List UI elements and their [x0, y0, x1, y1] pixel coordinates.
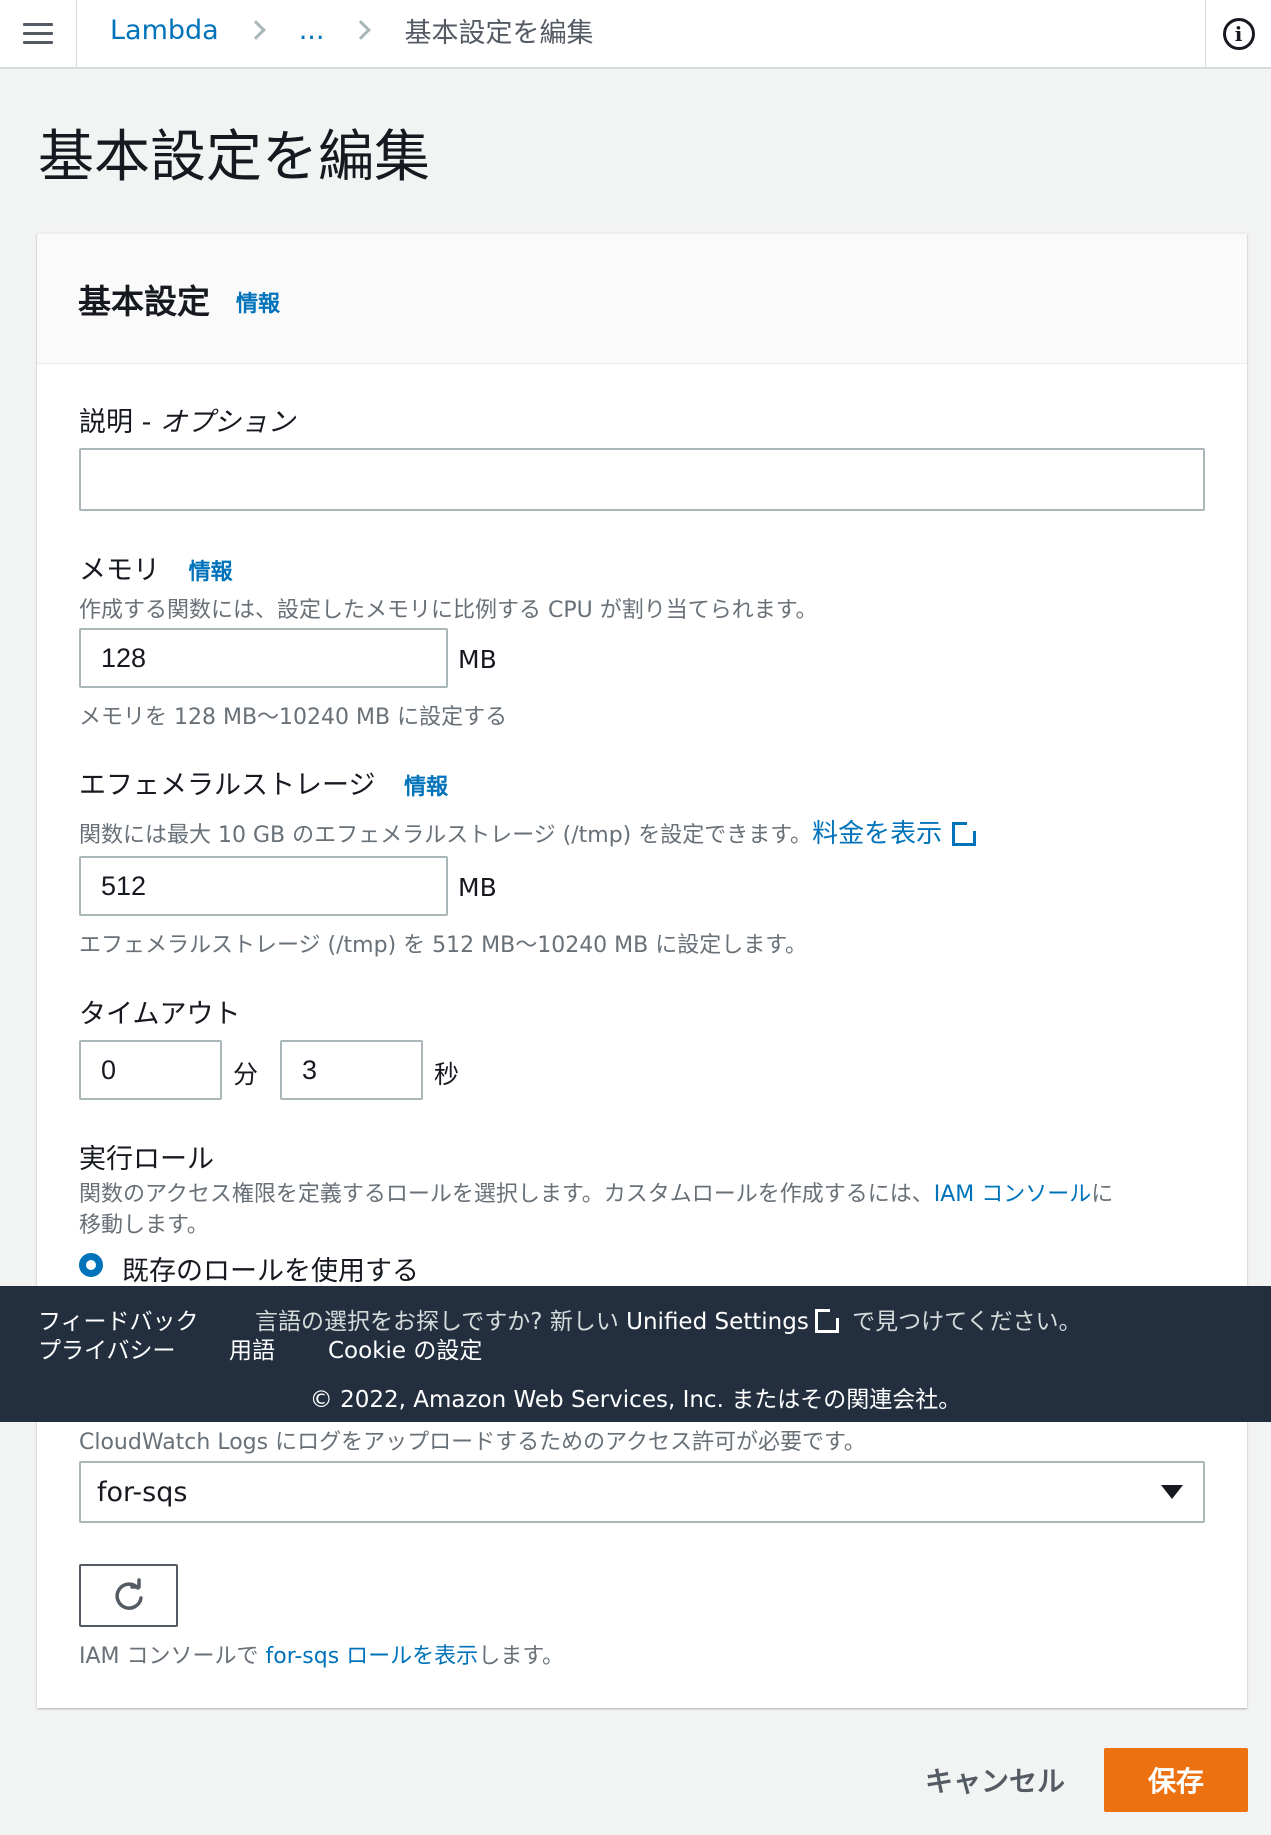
panel-title: 基本設定 [78, 281, 210, 321]
use-existing-role-label: 既存のロールを使用する [122, 1256, 419, 1287]
execution-role-description-suffix: に [1091, 1182, 1114, 1207]
ephemeral-storage-unit: MB [458, 873, 497, 902]
info-icon: i [1222, 17, 1255, 50]
ephemeral-storage-label: エフェメラルストレージ 情報 [79, 763, 448, 802]
breadcrumb-ellipsis-link[interactable]: ... [299, 15, 325, 46]
caret-down-icon [1161, 1485, 1183, 1499]
memory-unit: MB [458, 645, 497, 674]
existing-role-select[interactable]: for-sqs [79, 1461, 1205, 1523]
description-input[interactable] [79, 448, 1205, 511]
description-label-optional: オプション [159, 407, 295, 438]
breadcrumb-current: 基本設定を編集 [404, 17, 594, 49]
pricing-link[interactable]: 料金を表示 [812, 819, 982, 849]
execution-role-description-line2: 移動します。 [79, 1213, 209, 1238]
cookie-settings-link[interactable]: Cookie の設定 [328, 1331, 482, 1365]
description-label: 説明 - オプション [79, 400, 295, 439]
top-navigation-bar: Lambda ... 基本設定を編集 i [0, 0, 1271, 69]
memory-constraint: メモリを 128 MB〜10240 MB に設定する [79, 705, 508, 730]
console-footer: フィードバック プライバシー 用語 Cookie の設定 言語の選択をお探しです… [0, 1286, 1271, 1422]
notice-suffix: で見つけてください。 [844, 1309, 1082, 1335]
breadcrumb-lambda-link[interactable]: Lambda [110, 15, 219, 46]
ephemeral-info-link[interactable]: 情報 [404, 775, 448, 800]
memory-label-text: メモリ [79, 555, 160, 586]
pricing-link-text: 料金を表示 [812, 819, 943, 849]
view-role-suffix: します。 [478, 1644, 564, 1669]
ephemeral-description: 関数には最大 10 GB のエフェメラルストレージ (/tmp) を設定できます… [79, 813, 982, 850]
iam-console-link[interactable]: IAM コンソール [934, 1182, 1092, 1207]
execution-role-description: 関数のアクセス権限を定義するロールを選択します。カスタムロールを作成するには、I… [79, 1179, 1209, 1241]
notice-prefix: 言語の選択をお探しですか? 新しい [255, 1309, 627, 1335]
view-role-note: IAM コンソールで for-sqs ロールを表示します。 [79, 1638, 564, 1670]
unified-settings-notice: 言語の選択をお探しですか? 新しい Unified Settings で見つけて… [255, 1302, 1081, 1336]
refresh-roles-button[interactable] [79, 1564, 178, 1627]
ephemeral-storage-input[interactable]: 512 [79, 856, 448, 916]
description-label-text: 説明 - [79, 407, 160, 438]
panel-info-link[interactable]: 情報 [236, 286, 280, 318]
chevron-right-icon [245, 20, 266, 40]
help-panel-button[interactable]: i [1205, 0, 1271, 67]
breadcrumb: Lambda ... 基本設定を編集 [110, 0, 593, 60]
external-link-icon [814, 1306, 842, 1333]
hamburger-icon [23, 17, 53, 50]
timeout-label: タイムアウト [79, 999, 241, 1030]
memory-input[interactable]: 128 [79, 628, 448, 688]
cancel-button[interactable]: キャンセル [905, 1748, 1085, 1812]
timeout-seconds-input[interactable]: 3 [280, 1040, 423, 1100]
save-button[interactable]: 保存 [1104, 1748, 1248, 1812]
ephemeral-constraint: エフェメラルストレージ (/tmp) を 512 MB〜10240 MB に設定… [79, 933, 808, 958]
privacy-link[interactable]: プライバシー [38, 1331, 176, 1365]
timeout-seconds-unit: 秒 [434, 1060, 460, 1089]
panel-header: 基本設定 情報 [37, 234, 1247, 364]
chevron-right-icon [351, 20, 372, 40]
existing-role-selected-value: for-sqs [97, 1476, 188, 1508]
refresh-icon [114, 1577, 143, 1610]
execution-role-label: 実行ロール [79, 1144, 214, 1175]
terms-link[interactable]: 用語 [229, 1331, 275, 1365]
external-link-icon [952, 819, 980, 846]
page-title: 基本設定を編集 [38, 125, 430, 190]
memory-info-link[interactable]: 情報 [189, 560, 233, 585]
unified-settings-link[interactable]: Unified Settings [626, 1309, 809, 1335]
view-role-prefix: IAM コンソールで [79, 1644, 266, 1669]
ephemeral-description-text: 関数には最大 10 GB のエフェメラルストレージ (/tmp) を設定できます… [79, 823, 813, 848]
ephemeral-storage-label-text: エフェメラルストレージ [79, 770, 376, 801]
menu-toggle-button[interactable] [0, 0, 77, 67]
cloudwatch-logs-note: CloudWatch Logs にログをアップロードするためのアクセス許可が必要… [79, 1430, 866, 1455]
use-existing-role-radio[interactable] [79, 1253, 103, 1277]
memory-label: メモリ 情報 [79, 548, 233, 587]
timeout-minutes-input[interactable]: 0 [79, 1040, 222, 1100]
view-role-link[interactable]: for-sqs ロールを表示 [266, 1644, 479, 1669]
memory-description: 作成する関数には、設定したメモリに比例する CPU が割り当てられます。 [79, 598, 818, 623]
timeout-minutes-unit: 分 [233, 1060, 259, 1089]
copyright: © 2022, Amazon Web Services, Inc. またはその関… [309, 1387, 962, 1413]
execution-role-description-prefix: 関数のアクセス権限を定義するロールを選択します。カスタムロールを作成するには、 [79, 1182, 934, 1207]
